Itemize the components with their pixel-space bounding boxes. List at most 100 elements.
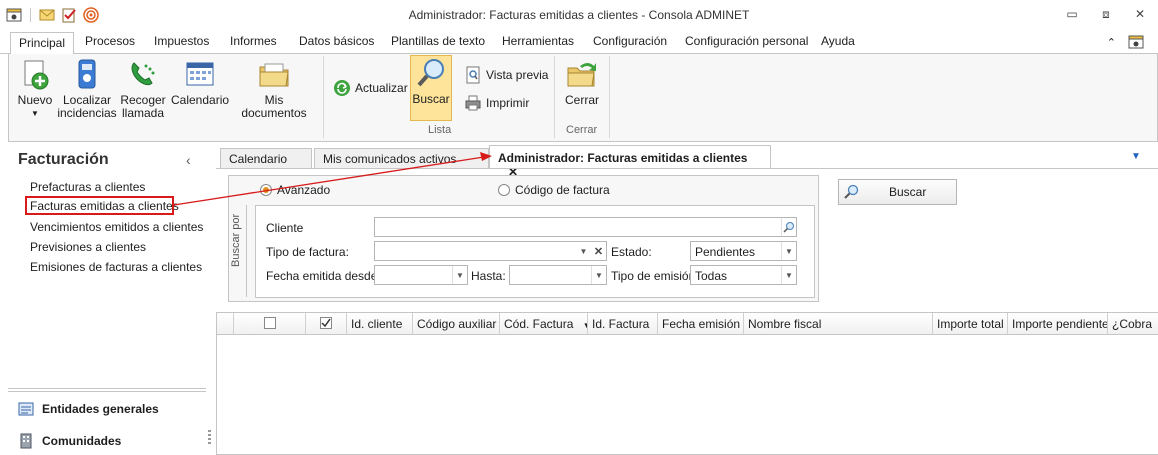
imprimir-label: Imprimir bbox=[486, 96, 530, 110]
tab-informes[interactable]: Informes bbox=[230, 34, 277, 48]
calendario-button[interactable]: Calendario bbox=[171, 58, 229, 107]
radio-selected-icon bbox=[260, 184, 272, 196]
building-icon bbox=[18, 433, 34, 449]
column-header-importe-pendiente[interactable]: Importe pendiente bbox=[1008, 313, 1108, 334]
resize-grip[interactable] bbox=[208, 430, 211, 444]
buscar-ribbon-content[interactable]: Buscar bbox=[411, 57, 451, 106]
radio-codigo-factura[interactable]: Código de factura bbox=[498, 183, 610, 197]
nav-section-comunidades-label: Comunidades bbox=[42, 434, 122, 448]
doc-tab-calendario-label: Calendario bbox=[229, 152, 288, 166]
search-icon[interactable] bbox=[781, 218, 796, 236]
results-grid: Id. cliente Código auxiliar Cód. Factura… bbox=[216, 312, 1158, 455]
app-icon[interactable] bbox=[1128, 34, 1144, 50]
clear-icon[interactable]: ✕ bbox=[591, 242, 606, 260]
doc-tab-facturas-emitidas[interactable]: Administrador: Facturas emitidas a clien… bbox=[489, 145, 771, 179]
nav-section-entidades-label: Entidades generales bbox=[42, 402, 159, 416]
tipo-factura-label: Tipo de factura: bbox=[266, 245, 349, 259]
window-controls: ▭ ⧈ ✕ bbox=[1062, 5, 1150, 23]
recoger-label-2: llamada bbox=[121, 106, 165, 120]
column-header-cod-factura[interactable]: Cód. Factura ▼ bbox=[500, 313, 588, 334]
column-header-codigo-auxiliar[interactable]: Código auxiliar bbox=[413, 313, 500, 334]
tab-principal[interactable]: Principal bbox=[10, 32, 75, 55]
nav-section-entidades[interactable]: Entidades generales bbox=[18, 401, 159, 417]
imprimir-button[interactable]: Imprimir bbox=[464, 94, 529, 112]
ribbon-tabs: Principal Procesos Impuestos Informes Da… bbox=[0, 30, 1158, 55]
nav-splitter[interactable] bbox=[8, 388, 206, 392]
chevron-down-icon[interactable]: ▼ bbox=[452, 266, 467, 284]
maximize-button[interactable]: ⧈ bbox=[1096, 5, 1116, 23]
cod-factura-label: Cód. Factura bbox=[504, 317, 574, 331]
group-label-cerrar: Cerrar bbox=[566, 124, 598, 136]
cliente-input[interactable] bbox=[374, 217, 797, 237]
fecha-desde-input[interactable]: ▼ bbox=[374, 265, 468, 285]
column-header-importe-total[interactable]: Importe total bbox=[933, 313, 1008, 334]
select-all-checkbox[interactable] bbox=[234, 313, 306, 334]
tipo-factura-select[interactable]: ▼ ✕ bbox=[374, 241, 607, 261]
cerrar-button[interactable]: Cerrar bbox=[562, 58, 602, 107]
vista-previa-button[interactable]: Vista previa bbox=[464, 66, 548, 84]
nav-section-comunidades[interactable]: Comunidades bbox=[18, 433, 121, 449]
tipo-emision-value: Todas bbox=[695, 269, 728, 283]
nav-item-vencimientos[interactable]: Vencimientos emitidos a clientes bbox=[30, 220, 203, 234]
collapse-nav-icon[interactable]: ‹ bbox=[186, 152, 191, 168]
vista-previa-label: Vista previa bbox=[486, 68, 549, 82]
doc-tab-mis-comunicados[interactable]: Mis comunicados activos bbox=[314, 148, 489, 168]
column-header-nombre-fiscal[interactable]: Nombre fiscal bbox=[744, 313, 933, 334]
row-indicator-column bbox=[217, 313, 234, 334]
doc-tab-baseline bbox=[216, 168, 1158, 169]
nav-item-emisiones[interactable]: Emisiones de facturas a clientes bbox=[30, 260, 202, 274]
localizar-label-2: incidencias bbox=[57, 106, 117, 120]
tab-configuracion[interactable]: Configuración bbox=[593, 34, 667, 48]
minimize-button[interactable]: ▭ bbox=[1062, 5, 1082, 23]
recoger-llamada-button[interactable]: Recoger llamada bbox=[117, 58, 169, 120]
close-button[interactable]: ✕ bbox=[1130, 5, 1150, 23]
calendar-icon bbox=[184, 58, 216, 90]
localizar-incidencias-button[interactable]: Localizar incidencias bbox=[57, 58, 117, 120]
calendario-label: Calendario bbox=[171, 93, 230, 107]
column-header-cobra[interactable]: ¿Cobra bbox=[1108, 313, 1158, 334]
collapse-ribbon-icon[interactable]: ⌃ bbox=[1107, 36, 1116, 49]
checkmark-icon bbox=[320, 317, 332, 329]
tab-list-dropdown-icon[interactable]: ▼ bbox=[1131, 151, 1141, 162]
checked-column-header[interactable] bbox=[306, 313, 347, 334]
estado-select[interactable]: Pendientes ▼ bbox=[690, 241, 797, 261]
refresh-icon bbox=[333, 79, 351, 97]
column-header-id-factura[interactable]: Id. Factura bbox=[588, 313, 658, 334]
chevron-down-icon[interactable]: ▼ bbox=[781, 266, 796, 284]
tab-plantillas-de-texto[interactable]: Plantillas de texto bbox=[391, 34, 485, 48]
cerrar-label: Cerrar bbox=[564, 93, 599, 107]
tipo-emision-select[interactable]: Todas ▼ bbox=[690, 265, 797, 285]
tab-procesos[interactable]: Procesos bbox=[85, 34, 135, 48]
doc-tab-calendario[interactable]: Calendario bbox=[220, 148, 312, 168]
column-header-id-cliente[interactable]: Id. cliente bbox=[347, 313, 413, 334]
buscar-por-text: Buscar por bbox=[230, 213, 242, 267]
preview-icon bbox=[464, 66, 482, 84]
checkbox-icon bbox=[264, 317, 276, 329]
tab-impuestos[interactable]: Impuestos bbox=[154, 34, 209, 48]
annotation-highlight-box bbox=[25, 196, 174, 215]
hasta-input[interactable]: ▼ bbox=[509, 265, 607, 285]
fecha-emision-label: Fecha emisión bbox=[662, 317, 741, 331]
nav-item-prefacturas[interactable]: Prefacturas a clientes bbox=[30, 180, 145, 194]
tab-ayuda[interactable]: Ayuda bbox=[821, 34, 855, 48]
chevron-down-icon[interactable]: ▼ bbox=[781, 242, 796, 260]
group-label-lista: Lista bbox=[428, 124, 452, 136]
ribbon-separator bbox=[554, 56, 555, 138]
title-bar: Administrador: Facturas emitidas a clien… bbox=[0, 0, 1158, 30]
search-button[interactable]: Buscar bbox=[838, 179, 957, 205]
tab-datos-basicos[interactable]: Datos básicos bbox=[299, 34, 374, 48]
column-header-fecha-emision[interactable]: Fecha emisión ⊽ bbox=[658, 313, 744, 334]
chevron-down-icon[interactable]: ▼ bbox=[591, 266, 606, 284]
nuevo-button[interactable]: Nuevo ▼ bbox=[13, 58, 57, 120]
tab-configuracion-personal[interactable]: Configuración personal bbox=[685, 34, 808, 48]
tipo-emision-label: Tipo de emisión: bbox=[611, 269, 699, 283]
tab-herramientas[interactable]: Herramientas bbox=[502, 34, 574, 48]
chevron-down-icon[interactable]: ▼ bbox=[576, 242, 591, 260]
buscar-por-label: Buscar por bbox=[229, 205, 247, 297]
mis-documentos-button[interactable]: Mis documentos bbox=[233, 58, 315, 120]
nav-item-previsiones[interactable]: Previsiones a clientes bbox=[30, 240, 146, 254]
actualizar-button[interactable]: Actualizar bbox=[333, 79, 408, 97]
radio-avanzado[interactable]: Avanzado bbox=[260, 183, 330, 197]
buscar-label: Buscar bbox=[412, 92, 450, 106]
fecha-desde-label: Fecha emitida desde: bbox=[266, 269, 381, 283]
